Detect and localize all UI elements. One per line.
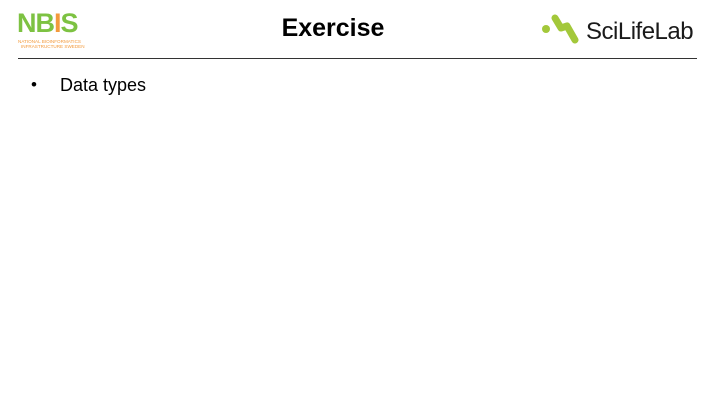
header-divider [18, 58, 697, 59]
nbis-logo-subtitle-2: INFRASTRUCTURE SWEDEN [21, 44, 85, 49]
scilifelab-logo-text: SciLifeLab [586, 18, 694, 45]
scilifelab-icon [542, 14, 579, 44]
bullet-marker: • [31, 75, 37, 94]
bullet-item-data-types: Data types [60, 75, 147, 95]
scilifelab-logo: SciLifeLab [541, 14, 706, 48]
